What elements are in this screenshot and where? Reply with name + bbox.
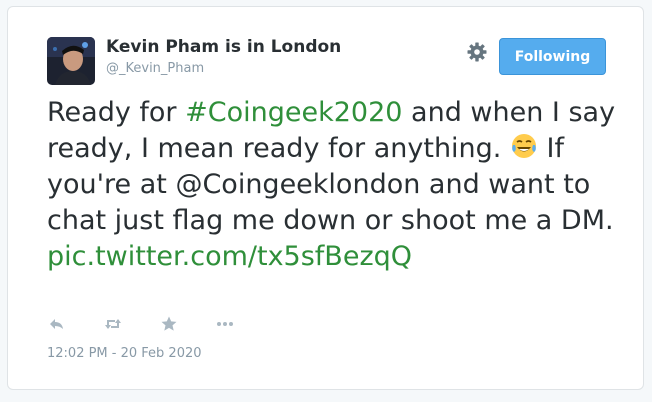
tweet-text: Ready for #Coingeek2020 and when I say r… [47, 95, 617, 275]
hashtag-link[interactable]: #Coingeek2020 [185, 97, 402, 128]
pic-link[interactable]: pic.twitter.com/tx5sfBezqQ [47, 241, 412, 272]
favorite-icon[interactable] [159, 314, 179, 334]
author-name[interactable]: Kevin Pham is in London [106, 37, 341, 57]
tweet-card: Kevin Pham is in London @_Kevin_Pham Fol… [7, 6, 644, 390]
retweet-icon[interactable] [103, 314, 123, 334]
tweet-text-part: Ready for [47, 97, 186, 128]
gear-icon[interactable] [466, 41, 488, 63]
following-button[interactable]: Following [499, 38, 606, 75]
avatar[interactable] [47, 37, 95, 85]
tears-of-joy-emoji [510, 132, 538, 160]
more-icon[interactable] [215, 314, 235, 334]
tweet-timestamp[interactable]: 12:02 PM - 20 Feb 2020 [47, 346, 202, 361]
author-handle[interactable]: @_Kevin_Pham [106, 61, 204, 76]
reply-icon[interactable] [47, 314, 67, 334]
